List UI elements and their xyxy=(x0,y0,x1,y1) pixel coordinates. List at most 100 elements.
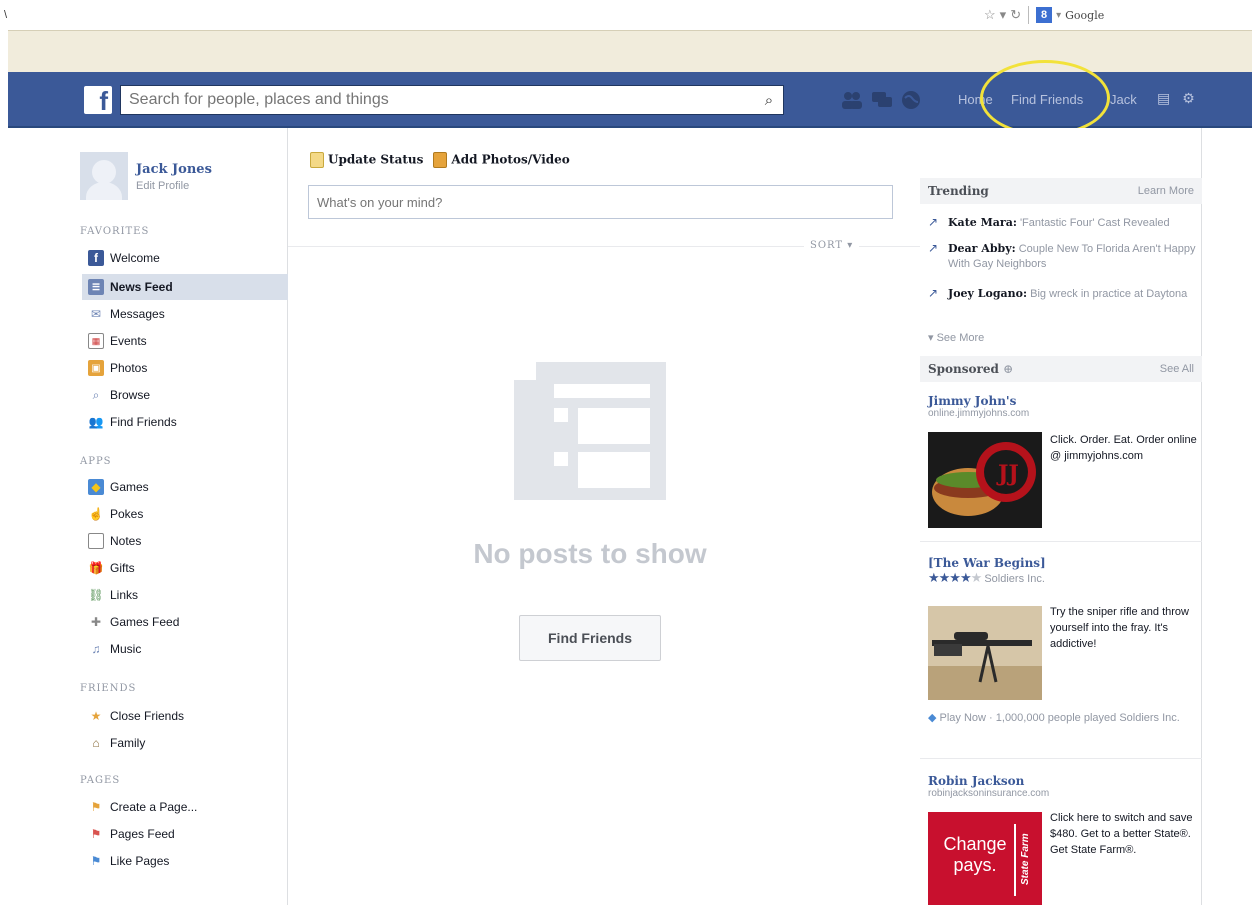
sniper-rifle-ad-image[interactable] xyxy=(928,606,1042,700)
tab-add-photos[interactable]: Add Photos/Video xyxy=(433,152,570,168)
sidebar-item-gifts[interactable]: 🎁 Gifts xyxy=(82,555,288,581)
status-input[interactable] xyxy=(309,186,892,218)
profile-name[interactable]: Jack Jones xyxy=(136,162,212,177)
sidebar-item-label: Photos xyxy=(110,361,148,375)
friend-requests-icon[interactable] xyxy=(840,90,864,110)
ad-rating-row: ★★★★★ Soldiers Inc. xyxy=(928,570,1196,586)
games-feed-icon: ✚ xyxy=(90,615,102,629)
trending-item[interactable]: ↗ Joey Logano: Big wreck in practice at … xyxy=(928,286,1196,302)
ad-soldiers-inc[interactable]: [The War Begins] ★★★★★ Soldiers Inc. Try… xyxy=(928,556,1196,746)
jimmy-johns-ad-image[interactable]: JJ xyxy=(928,432,1042,528)
search-engine-label[interactable]: Google xyxy=(1065,9,1104,22)
trending-arrow-icon: ↗ xyxy=(928,286,939,300)
engine-dropdown-icon[interactable]: ▾ xyxy=(1056,10,1061,21)
svg-text:JJ: JJ xyxy=(996,461,1019,487)
learn-more-link[interactable]: Learn More xyxy=(1138,185,1194,197)
messages-icon[interactable] xyxy=(870,90,894,110)
sort-button[interactable]: SORT ▾ xyxy=(804,240,860,251)
bookmark-star-icon[interactable]: ☆ xyxy=(984,7,996,23)
ad-url: online.jimmyjohns.com xyxy=(928,408,1030,419)
sidebar-item-like-pages[interactable]: ⚑ Like Pages xyxy=(82,848,288,874)
browser-left-char: \ xyxy=(4,9,8,21)
reload-icon[interactable]: ↻ xyxy=(1010,7,1021,23)
ad-robin-jackson[interactable]: Robin Jackson robinjacksoninsurance.com … xyxy=(928,774,1196,905)
sidebar-item-notes[interactable]: Notes xyxy=(82,528,288,554)
ad-title[interactable]: [The War Begins] xyxy=(928,556,1196,570)
sidebar-item-news-feed[interactable]: ☰ News Feed xyxy=(82,274,288,300)
notification-icons xyxy=(840,90,924,110)
dropdown-arrow-icon[interactable]: ▾ xyxy=(1000,7,1007,23)
sidebar-item-pokes[interactable]: ☝ Pokes xyxy=(82,501,288,527)
trending-item[interactable]: ↗ Dear Abby: Couple New To Florida Aren'… xyxy=(928,241,1196,272)
gifts-icon: 🎁 xyxy=(88,561,104,575)
sidebar-item-games[interactable]: ◆ Games xyxy=(82,474,288,500)
rating-stars: ★★★★★ xyxy=(928,570,982,585)
sidebar-item-events[interactable]: ▦ Events xyxy=(82,328,288,354)
see-more-link[interactable]: ▾ See More xyxy=(928,331,984,344)
state-farm-logo: State Farm xyxy=(1020,833,1031,885)
status-composer xyxy=(308,185,893,219)
ad-jimmy-johns[interactable]: Jimmy John's online.jimmyjohns.com JJ Cl… xyxy=(928,394,1197,530)
trending-arrow-icon: ↗ xyxy=(928,215,939,229)
events-icon: ▦ xyxy=(88,333,104,349)
ad-title[interactable]: Jimmy John's xyxy=(928,394,1196,408)
find-friends-button[interactable]: Find Friends xyxy=(519,615,661,661)
state-farm-ad-image[interactable]: Change pays. State Farm xyxy=(928,812,1042,905)
settings-gear-icon[interactable]: ⚙ xyxy=(1182,90,1195,107)
profile-link[interactable]: Jack xyxy=(1110,92,1137,107)
sidebar-item-label: Close Friends xyxy=(110,709,185,723)
sidebar-item-links[interactable]: ⛓ Links xyxy=(82,582,288,608)
sidebar-item-label: Browse xyxy=(110,388,151,402)
sidebar-item-close-friends[interactable]: ★ Close Friends xyxy=(82,703,288,729)
google-search-engine-icon[interactable]: 8 xyxy=(1036,7,1053,23)
facebook-icon: f xyxy=(88,250,104,266)
sidebar-item-browse[interactable]: ⌕ Browse xyxy=(82,382,288,408)
sidebar-item-find-friends[interactable]: 👥 Find Friends xyxy=(82,409,288,435)
sidebar-item-label: Welcome xyxy=(110,251,160,265)
games-icon: ◆ xyxy=(88,479,104,495)
favorites-header: FAVORITES xyxy=(80,226,150,237)
avatar[interactable] xyxy=(80,152,128,200)
sidebar-item-label: Family xyxy=(110,736,146,750)
sidebar-item-create-page[interactable]: ⚑ Create a Page... xyxy=(82,794,288,820)
messages-icon: ✉ xyxy=(90,307,102,321)
trending-item[interactable]: ↗ Kate Mara: 'Fantastic Four' Cast Revea… xyxy=(928,215,1196,231)
sidebar-item-label: Music xyxy=(110,642,142,656)
edit-profile-link[interactable]: Edit Profile xyxy=(136,180,189,192)
search-icon: ⌕ xyxy=(92,387,100,402)
search-icon[interactable]: ⌕ xyxy=(755,92,783,109)
sidebar-item-pages-feed[interactable]: ⚑ Pages Feed xyxy=(82,821,288,847)
trending-arrow-icon: ↗ xyxy=(928,241,939,255)
ad-title[interactable]: Robin Jackson xyxy=(928,774,1196,788)
house-icon: ⌂ xyxy=(92,736,100,750)
sidebar-item-welcome[interactable]: f Welcome xyxy=(82,245,288,271)
ad-separator xyxy=(920,541,1202,542)
sponsored-header: Sponsored ⊕ See All xyxy=(920,356,1202,382)
facebook-logo[interactable]: f xyxy=(84,86,112,116)
sidebar-item-label: Pages Feed xyxy=(110,827,175,841)
notifications-globe-icon[interactable] xyxy=(900,90,924,110)
sidebar-item-messages[interactable]: ✉ Messages xyxy=(82,301,288,327)
sidebar-item-label: Links xyxy=(110,588,139,602)
ad-meta: Soldiers Inc. xyxy=(984,573,1045,585)
tab-update-status[interactable]: Update Status xyxy=(310,152,423,168)
pages-header: PAGES xyxy=(80,775,121,786)
ad-footer[interactable]: ◆ Play Now · 1,000,000 people played Sol… xyxy=(928,710,1196,726)
sidebar-item-music[interactable]: ♫ Music xyxy=(82,636,288,662)
browser-top-bar: \ ☆ ▾ ↻ 8 ▾ Google xyxy=(0,0,1252,34)
pokes-icon: ☝ xyxy=(88,507,104,521)
sidebar-item-family[interactable]: ⌂ Family xyxy=(82,730,288,756)
sidebar-item-label: Like Pages xyxy=(110,854,170,868)
see-all-link[interactable]: See All xyxy=(1160,363,1194,375)
sidebar-item-games-feed[interactable]: ✚ Games Feed xyxy=(82,609,288,635)
privacy-shortcuts-icon[interactable]: ▤ xyxy=(1157,90,1170,107)
ad-image-text: Change pays. xyxy=(943,834,1007,875)
sidebar-item-label: Events xyxy=(110,334,147,348)
search-input[interactable] xyxy=(121,86,755,114)
sidebar-item-label: Pokes xyxy=(110,507,144,521)
apps-header: APPS xyxy=(80,456,112,467)
right-sidebar: Trending Learn More ↗ Kate Mara: 'Fantas… xyxy=(920,128,1202,905)
sidebar-item-photos[interactable]: ▣ Photos xyxy=(82,355,288,381)
toolbar-separator xyxy=(1028,6,1030,24)
photo-icon xyxy=(433,152,448,168)
